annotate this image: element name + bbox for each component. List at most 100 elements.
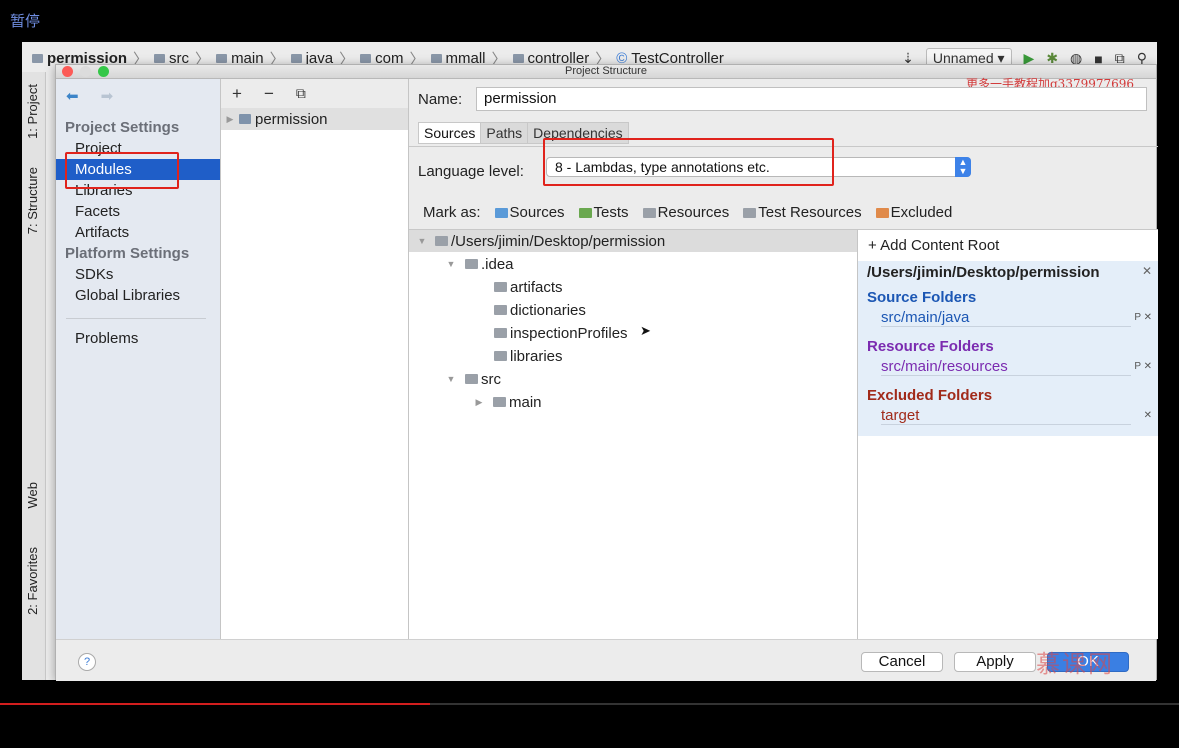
folder-icon [430, 53, 442, 63]
resource-folder-entry[interactable]: src/main/resources [881, 358, 1131, 376]
mark-label: Tests [593, 204, 629, 221]
folder-icon [494, 282, 507, 292]
name-label: Name: [418, 91, 463, 108]
folder-icon [494, 305, 507, 315]
content-root-path: /Users/jimin/Desktop/permission [867, 264, 1100, 281]
mark-label: Resources [657, 204, 730, 221]
tree-item[interactable]: artifacts [494, 276, 563, 298]
collapse-arrow-icon[interactable]: ▼ [437, 259, 465, 269]
remove-resource-icon[interactable]: P ✕ [1134, 361, 1152, 372]
add-module-button[interactable]: + [232, 84, 242, 104]
tests-folder-icon [578, 207, 592, 218]
tree-label: libraries [510, 347, 563, 365]
remove-root-icon[interactable]: ✕ [1142, 264, 1152, 278]
forward-arrow-icon[interactable]: ➡ [101, 87, 114, 105]
content-root-box: /Users/jimin/Desktop/permission ✕ Source… [858, 261, 1158, 436]
platform-settings-header: Platform Settings [65, 245, 190, 262]
mark-as-label: Mark as: [423, 204, 481, 221]
tab-favorites[interactable]: 2: Favorites [25, 547, 40, 615]
folder-icon [435, 236, 448, 246]
add-content-root-button[interactable]: + Add Content Root [868, 237, 999, 254]
module-item[interactable]: ▶ permission [221, 108, 408, 130]
tree-label: inspectionProfiles [510, 324, 628, 342]
tree-item[interactable]: dictionaries [494, 299, 586, 321]
resource-folders-title: Resource Folders [867, 338, 994, 355]
tree-item-src[interactable]: ▼ src [437, 368, 501, 390]
sources-folder-icon [494, 207, 508, 218]
folder-icon [216, 53, 228, 63]
highlight-box [65, 152, 179, 189]
mark-as-row: Mark as: Sources Tests Resources Test Re… [423, 204, 952, 221]
watermark-logo: 慕课网 [1036, 650, 1114, 678]
module-name-field[interactable]: permission [476, 87, 1147, 111]
tree-root[interactable]: ▼ /Users/jimin/Desktop/permission [409, 230, 857, 252]
nav-item-problems[interactable]: Problems [56, 328, 220, 349]
resources-folder-icon [642, 207, 656, 218]
remove-excluded-icon[interactable]: ✕ [1144, 410, 1152, 421]
nav-item-artifacts[interactable]: Artifacts [56, 222, 220, 243]
excluded-folder-entry[interactable]: target [881, 407, 1131, 425]
mark-tests-button[interactable]: Tests [578, 204, 629, 221]
tab-structure[interactable]: 7: Structure [25, 167, 40, 234]
nav-item-sdks[interactable]: SDKs [56, 264, 220, 285]
video-progress-fill [0, 703, 430, 705]
content-root-panel: + Add Content Root /Users/jimin/Desktop/… [858, 229, 1158, 639]
help-button[interactable]: ? [78, 653, 96, 671]
mark-label: Excluded [890, 204, 953, 221]
tree-item-main[interactable]: ▶ main [465, 391, 542, 413]
tab-sources[interactable]: Sources [418, 122, 482, 144]
modules-toolbar: + − ⧉ [221, 79, 408, 108]
expand-arrow-icon[interactable]: ▶ [465, 397, 493, 408]
excluded-folder-icon [875, 207, 889, 218]
tree-item[interactable]: libraries [494, 345, 563, 367]
modules-pane: + − ⧉ ▶ permission [221, 79, 409, 639]
tree-label: src [481, 370, 501, 388]
video-progress-bar[interactable] [0, 703, 1179, 705]
tab-project[interactable]: 1: Project [25, 84, 40, 139]
tab-web[interactable]: Web [25, 482, 40, 509]
collapse-arrow-icon[interactable]: ▼ [409, 236, 435, 246]
folder-icon [512, 53, 524, 63]
back-arrow-icon[interactable]: ⬅ [66, 87, 79, 105]
remove-source-icon[interactable]: P ✕ [1134, 312, 1152, 323]
tree-label: main [509, 393, 542, 411]
remove-module-button[interactable]: − [264, 84, 274, 104]
cancel-button[interactable]: Cancel [861, 652, 943, 672]
mark-resources-button[interactable]: Resources [642, 204, 730, 221]
mark-excluded-button[interactable]: Excluded [875, 204, 953, 221]
tree-item[interactable]: inspectionProfiles [494, 322, 628, 344]
dialog-footer: ? Cancel Apply OK 慕课网 [56, 639, 1156, 681]
folder-icon [465, 259, 478, 269]
mark-label: Sources [509, 204, 565, 221]
test-resources-folder-icon [743, 207, 757, 218]
excluded-folders-title: Excluded Folders [867, 387, 993, 404]
chevron-updown-icon: ▲ ▼ [955, 157, 971, 177]
tree-label: .idea [481, 255, 514, 273]
copy-icon[interactable]: ⧉ [296, 85, 306, 102]
collapse-arrow-icon[interactable]: ▼ [437, 374, 465, 384]
tool-window-strip: 1: Project 7: Structure Web 2: Favorites [22, 72, 46, 680]
mark-sources-button[interactable]: Sources [494, 204, 565, 221]
tab-paths[interactable]: Paths [480, 122, 529, 144]
module-label: permission [255, 110, 328, 128]
tree-item-idea[interactable]: ▼ .idea [437, 253, 514, 275]
folder-icon [494, 328, 507, 338]
folder-icon [154, 53, 166, 63]
folder-icon [493, 397, 506, 407]
tree-label: /Users/jimin/Desktop/permission [451, 232, 666, 250]
folder-icon [290, 53, 302, 63]
nav-item-facets[interactable]: Facets [56, 201, 220, 222]
project-settings-header: Project Settings [65, 119, 180, 136]
source-folder-entry[interactable]: src/main/java [881, 309, 1131, 327]
apply-button[interactable]: Apply [954, 652, 1036, 672]
folder-icon [360, 53, 372, 63]
expand-arrow-icon[interactable]: ▶ [221, 114, 239, 125]
tree-label: dictionaries [510, 301, 586, 319]
mouse-pointer-icon: ➤ [640, 323, 651, 338]
highlight-box [543, 138, 834, 186]
folder-tree: ▼ /Users/jimin/Desktop/permission ▼ .ide… [409, 229, 858, 639]
module-folder-icon [239, 114, 251, 124]
mark-test-resources-button[interactable]: Test Resources [743, 204, 862, 221]
folder-icon [465, 374, 478, 384]
nav-item-global-libraries[interactable]: Global Libraries [56, 285, 220, 306]
